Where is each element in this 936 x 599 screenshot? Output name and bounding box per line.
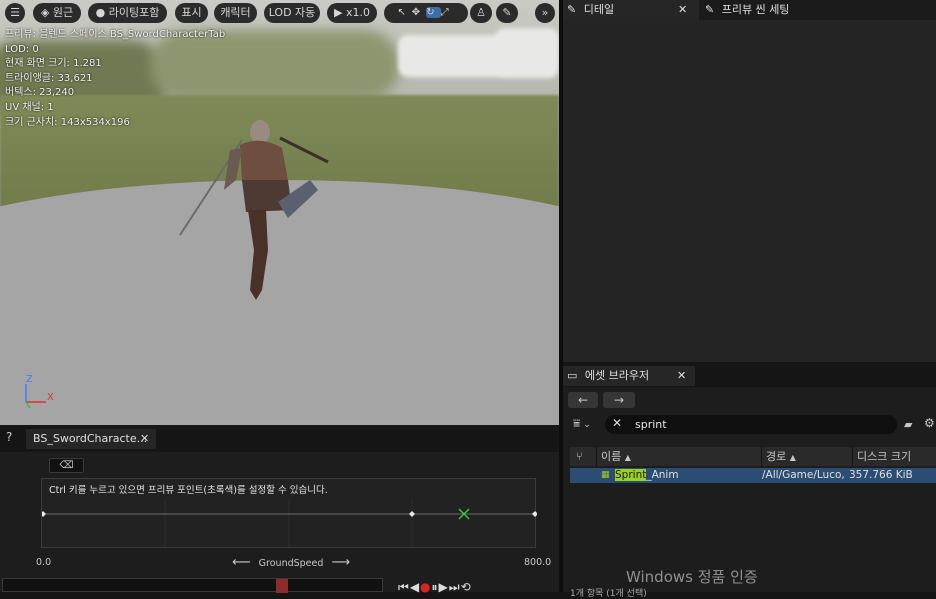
filter-icon: ⩸ xyxy=(573,416,581,430)
playback-speed-button[interactable]: ▶ x1.0 xyxy=(327,3,377,23)
details-panel: ✎ 디테일 ✕ ✎ 프리뷰 씬 세팅 xyxy=(563,0,936,362)
background-car xyxy=(398,35,508,77)
column-header-size[interactable]: 디스크 크기 xyxy=(852,447,936,466)
tab-blendspace[interactable]: BS_SwordCharacte... ✕ xyxy=(26,429,156,449)
arrow-left-icon: ← xyxy=(577,393,589,407)
anim-timeline-scrubber[interactable] xyxy=(2,578,383,593)
sort-icon: ▲ xyxy=(789,453,796,462)
sort-asc-icon: ▲ xyxy=(624,453,631,462)
double-chevron-icon: » xyxy=(541,6,549,19)
details-tabbar: ✎ 디테일 ✕ ✎ 프리뷰 씬 세팅 xyxy=(563,0,936,20)
stat-vertices: 버텍스: 23,240 xyxy=(5,87,75,99)
settings-gear-icon[interactable]: ⚙ xyxy=(924,416,935,430)
viewport-toolbar: ☰ ◈ 원근 ● 라이팅포함 표시 캐릭터 LOD 자동 ▶ x1.0 ↖✥↻⤢… xyxy=(0,0,559,26)
background-car xyxy=(495,28,559,78)
asset-path: /All/Game/Luco, xyxy=(762,469,845,481)
viewport-stats: 프리뷰: 블렌드 스페이스 BS_SwordCharacterTab LOD: … xyxy=(5,28,225,130)
cube-icon: ◈ xyxy=(40,6,50,19)
pencil-icon: ✎ xyxy=(705,3,715,16)
search-input[interactable]: ✕ sprint xyxy=(605,415,897,434)
translate-tool-icon[interactable]: ✥ xyxy=(412,7,426,18)
lighting-mode-button[interactable]: ● 라이팅포함 xyxy=(88,3,167,23)
axis-name: ⟵ GroundSpeed ⟶ xyxy=(232,555,351,570)
tab-preview-scene-settings[interactable]: ✎ 프리뷰 씬 세팅 xyxy=(701,0,851,20)
tab-asset-browser[interactable]: ▭ 에셋 브라우저 ✕ xyxy=(563,366,695,386)
column-header-name[interactable]: 이름 ▲ xyxy=(596,447,760,467)
sample-tag-button[interactable]: ⌫ xyxy=(49,458,84,473)
source-control-icon: ⑂ xyxy=(576,450,583,463)
preview-viewport[interactable]: ☰ ◈ 원근 ● 라이팅포함 표시 캐릭터 LOD 자동 ▶ x1.0 ↖✥↻⤢… xyxy=(0,0,559,425)
viewport-options-button[interactable]: ✎ xyxy=(496,3,518,23)
viewport-menu-button[interactable]: ☰ xyxy=(5,3,25,23)
activation-watermark: Windows 정품 인증 xyxy=(626,568,758,586)
asset-name: Sprint_Anim xyxy=(615,469,679,481)
lod-button[interactable]: LOD 자동 xyxy=(264,3,320,23)
arrow-left-icon: ⟵ xyxy=(232,555,251,570)
blendspace-tabbar: ? BS_SwordCharacte... ✕ xyxy=(0,425,559,452)
forward-button[interactable]: → xyxy=(603,392,635,408)
asset-browser-tabbar: ▭ 에셋 브라우저 ✕ xyxy=(563,365,936,387)
sample-point[interactable] xyxy=(42,511,46,517)
pencil-icon: ✎ xyxy=(567,3,577,16)
rotate-tool-icon[interactable]: ↻ xyxy=(426,7,441,18)
blendspace-timeline xyxy=(42,499,537,549)
anim-sequence-icon: ▦ xyxy=(601,470,610,480)
character-button[interactable]: 캐릭터 xyxy=(214,3,257,23)
axis-z-label: Z xyxy=(26,374,33,385)
stat-approx-size: 크기 근사치: 143x534x196 xyxy=(5,116,130,128)
asset-browser-panel: ▭ 에셋 브라우저 ✕ ← → ⩸ ⌄ ✕ sprint ▰ ⚙ ⑂ 이름 ▲ 경… xyxy=(563,365,936,599)
filter-button[interactable]: ⩸ ⌄ xyxy=(573,416,591,431)
folder-settings-icon[interactable]: ▰ xyxy=(904,418,912,431)
perspective-button[interactable]: ◈ 원근 xyxy=(33,3,81,23)
character-mesh xyxy=(179,120,329,300)
playhead[interactable] xyxy=(276,579,288,593)
lit-sphere-icon: ● xyxy=(95,6,106,19)
axis-x-label: X xyxy=(47,392,54,403)
asset-table-header: ⑂ 이름 ▲ 경로 ▲ 디스크 크기 xyxy=(570,447,936,467)
close-icon[interactable]: ✕ xyxy=(140,429,149,449)
sample-point[interactable] xyxy=(532,511,537,517)
select-tool-icon[interactable]: ↖ xyxy=(397,7,411,18)
clear-search-icon[interactable]: ✕ xyxy=(612,416,622,430)
scale-tool-icon[interactable]: ⤢ xyxy=(441,7,455,18)
asset-size: 357.766 KiB xyxy=(849,469,913,481)
chevron-down-icon: ⌄ xyxy=(583,420,591,430)
table-row[interactable]: ▦ Sprint_Anim /All/Game/Luco, 357.766 Ki… xyxy=(570,468,936,483)
axis-min-label: 0.0 xyxy=(36,557,52,568)
arrow-right-icon: → xyxy=(613,393,625,407)
help-icon[interactable]: ? xyxy=(6,430,12,444)
camera-speed-icon: ♙ xyxy=(476,6,486,19)
asset-status-text: 1개 항목 (1개 선택) xyxy=(570,589,647,599)
tab-details[interactable]: ✎ 디테일 ✕ xyxy=(563,0,699,20)
folder-icon: ▭ xyxy=(567,369,578,382)
tag-icon: ⌫ xyxy=(59,460,74,471)
column-header-path[interactable]: 경로 ▲ xyxy=(761,447,845,467)
stat-preview-name: 프리뷰: 블렌드 스페이스 BS_SwordCharacterTab xyxy=(5,29,226,40)
sample-point[interactable] xyxy=(409,511,415,517)
stat-uv-channels: UV 채널: 1 xyxy=(5,101,54,113)
stat-lod: LOD: 0 xyxy=(5,43,39,55)
transform-tools-group: ↖✥↻⤢ xyxy=(384,3,468,23)
close-icon[interactable]: ✕ xyxy=(677,366,686,386)
show-button[interactable]: 표시 xyxy=(175,3,208,23)
stat-screen-size: 현재 화면 크기: 1.281 xyxy=(5,58,102,70)
transport-controls: ⏮◀●⏸▶⏭⟲ xyxy=(398,580,472,595)
axis-max-label: 800.0 xyxy=(524,557,552,568)
arrow-right-icon: ⟶ xyxy=(331,555,351,570)
close-icon[interactable]: ✕ xyxy=(678,0,687,20)
blendspace-graph[interactable]: Ctrl 키를 누르고 있으면 프리뷰 포인트(초록색)를 설정할 수 있습니다… xyxy=(41,478,537,549)
back-button[interactable]: ← xyxy=(568,392,598,408)
camera-speed-button[interactable]: ♙ xyxy=(470,3,492,23)
options-icon: ✎ xyxy=(502,6,512,19)
stat-triangles: 트라이앵글: 33,621 xyxy=(5,72,93,84)
search-value: sprint xyxy=(635,418,667,431)
more-options-button[interactable]: » xyxy=(535,3,555,23)
play-icon: ▶ xyxy=(334,6,343,19)
